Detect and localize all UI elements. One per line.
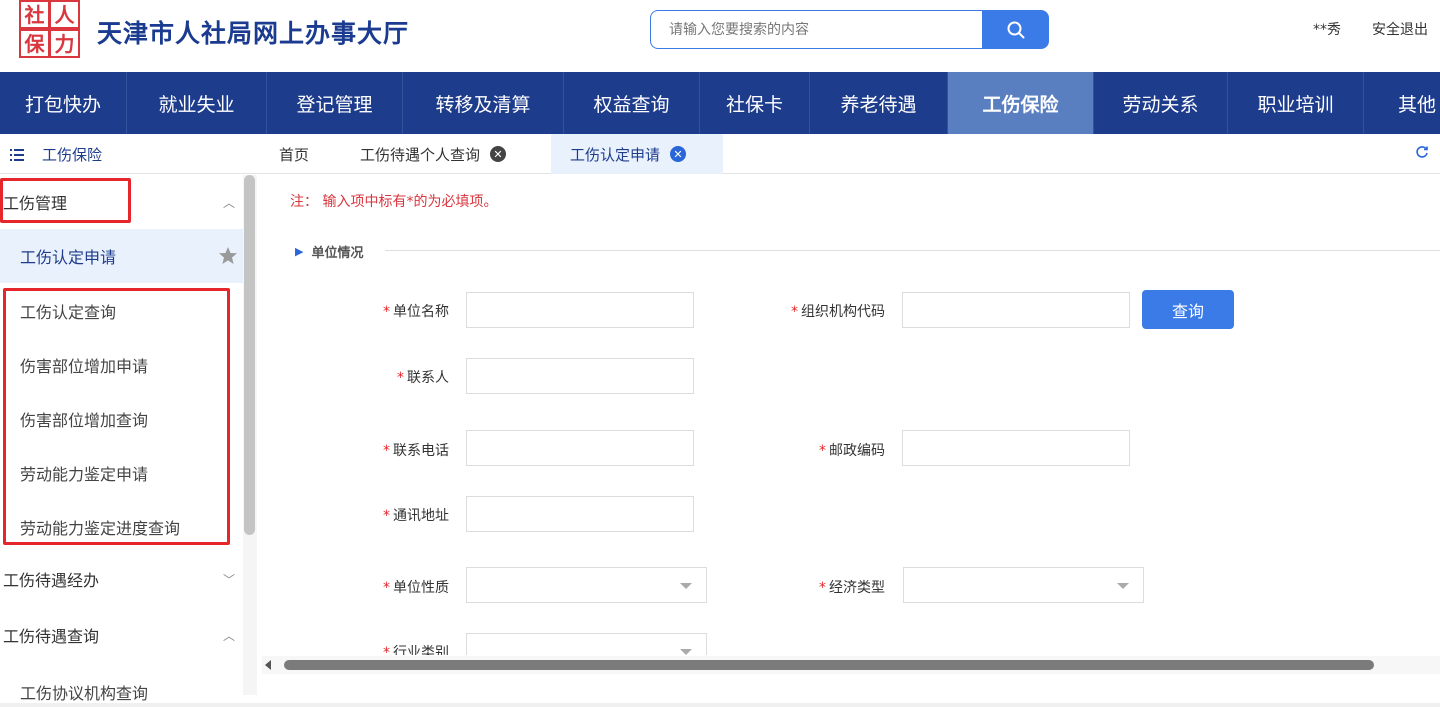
sidebar-item-label: 劳动能力鉴定申请 (20, 465, 149, 484)
nav-item-package[interactable]: 打包快办 (0, 72, 127, 134)
unit-nature-select[interactable] (466, 567, 707, 603)
close-icon[interactable]: ✕ (670, 146, 687, 162)
horizontal-scrollbar-thumb[interactable] (284, 660, 1374, 670)
phone-label: * 联系电话 (383, 443, 449, 459)
sidebar-item-label: 工伤管理 (3, 194, 68, 213)
sidebar-group-benefit-handling[interactable]: 工伤待遇经办 ﹀ (0, 552, 243, 606)
sidebar-title: 工伤保险 (10, 144, 102, 165)
caret-down-icon (680, 649, 692, 655)
nav-item-registration[interactable]: 登记管理 (267, 72, 403, 134)
close-icon[interactable]: ✕ (490, 146, 507, 162)
horizontal-scrollbar[interactable] (262, 656, 1440, 674)
refresh-icon[interactable] (1415, 145, 1429, 159)
main-nav: 打包快办 就业失业 登记管理 转移及清算 权益查询 社保卡 养老待遇 工伤保险 … (0, 72, 1440, 134)
tab-label: 工伤待遇个人查询 (360, 145, 481, 164)
svg-text:人: 人 (55, 3, 76, 27)
econ-type-label: * 经济类型 (819, 580, 885, 596)
unit-nature-label: * 单位性质 (383, 580, 449, 596)
section-title: 单位情况 (311, 246, 364, 261)
sidebar-group-benefit-query[interactable]: 工伤待遇查询 ︿ (0, 608, 243, 662)
contact-label: * 联系人 (397, 370, 449, 386)
nav-item-employment[interactable]: 就业失业 (127, 72, 267, 134)
tab-injury-application[interactable]: 工伤认定申请 ✕ (551, 134, 723, 174)
tab-bar: 工伤保险 首页 工伤待遇个人查询 ✕ 工伤认定申请 ✕ (0, 134, 1440, 174)
sidebar-item-agreement-org-query[interactable]: 工伤协议机构查询 (0, 665, 243, 707)
sidebar-item-label: 劳动能力鉴定进度查询 (20, 519, 181, 538)
sidebar-item-label: 工伤认定申请 (20, 248, 117, 267)
sidebar-item-injury-query[interactable]: 工伤认定查询 (0, 284, 243, 338)
caret-down-icon (680, 583, 692, 589)
tab-home[interactable]: 首页 (279, 134, 309, 174)
search-bar (650, 10, 1049, 49)
sidebar-item-label: 工伤待遇查询 (3, 627, 100, 646)
chevron-up-icon: ︿ (222, 628, 235, 643)
sidebar-scrollbar[interactable] (243, 175, 257, 695)
query-button[interactable]: 查询 (1142, 290, 1234, 329)
nav-item-pension[interactable]: 养老待遇 (810, 72, 948, 134)
search-input[interactable] (650, 10, 984, 49)
sidebar-item-label: 工伤待遇经办 (3, 571, 100, 590)
address-input[interactable] (466, 496, 694, 532)
phone-input[interactable] (466, 430, 694, 466)
menu-icon (10, 148, 24, 161)
search-icon (1007, 21, 1024, 38)
nav-item-social-card[interactable]: 社保卡 (700, 72, 810, 134)
org-code-label: * 组织机构代码 (791, 304, 885, 320)
address-label: * 通讯地址 (383, 508, 449, 524)
sidebar-item-label: 伤害部位增加查询 (20, 411, 149, 430)
nav-item-injury-insurance[interactable]: 工伤保险 (948, 72, 1094, 134)
sidebar-item-label: 工伤认定查询 (20, 303, 117, 322)
sidebar-item-label: 伤害部位增加申请 (20, 357, 149, 376)
industry-select[interactable] (466, 633, 707, 655)
chevron-down-icon: ﹀ (222, 572, 235, 587)
section-divider (385, 250, 1440, 251)
nav-item-other[interactable]: 其他 (1364, 72, 1440, 134)
sidebar-item-capacity-progress[interactable]: 劳动能力鉴定进度查询 (0, 500, 243, 554)
sidebar-item-body-part-application[interactable]: 伤害部位增加申请 (0, 338, 243, 392)
sidebar-item-body-part-query[interactable]: 伤害部位增加查询 (0, 392, 243, 446)
sidebar-item-capacity-application[interactable]: 劳动能力鉴定申请 (0, 446, 243, 500)
star-icon[interactable] (218, 246, 238, 265)
user-name: **秀 (1313, 22, 1341, 38)
tab-injury-benefit-query[interactable]: 工伤待遇个人查询 ✕ (360, 134, 507, 174)
postcode-label: * 邮政编码 (819, 443, 885, 459)
contact-input[interactable] (466, 358, 694, 394)
svg-text:保: 保 (24, 32, 46, 56)
section-header: ▶ 单位情况 (295, 242, 363, 261)
tab-label: 首页 (279, 145, 310, 164)
form-area: 注： 输入项中标有*的为必填项。 ▶ 单位情况 * 单位名称 * 组织机构代码 查询… (262, 175, 1440, 655)
site-title: 天津市人社局网上办事大厅 (97, 19, 410, 48)
logo-icon: 社 人 保 力 (19, 0, 80, 58)
nav-item-transfer[interactable]: 转移及清算 (403, 72, 564, 134)
unit-name-label: * 单位名称 (383, 304, 449, 320)
sidebar-item-injury-application[interactable]: 工伤认定申请 (0, 229, 243, 283)
sidebar-item-label: 工伤协议机构查询 (20, 684, 149, 703)
search-button[interactable] (982, 10, 1049, 49)
sidebar-scrollbar-thumb[interactable] (244, 175, 255, 535)
org-code-input[interactable] (902, 292, 1130, 328)
nav-item-training[interactable]: 职业培训 (1228, 72, 1364, 134)
svg-text:社: 社 (24, 3, 45, 27)
tab-label: 工伤认定申请 (570, 145, 661, 164)
svg-text:力: 力 (55, 32, 75, 56)
scroll-left-icon[interactable] (265, 660, 271, 670)
nav-item-rights-query[interactable]: 权益查询 (564, 72, 700, 134)
sidebar-title-label: 工伤保险 (42, 146, 103, 164)
sidebar: 工伤管理 ︿ 工伤认定申请 工伤认定查询 伤害部位增加申请 伤害部位增加查询 劳… (0, 175, 257, 707)
industry-label: * 行业类别 (383, 645, 449, 655)
logout-link[interactable]: 安全退出 (1372, 19, 1428, 39)
postcode-input[interactable] (902, 430, 1130, 466)
econ-type-select[interactable] (903, 567, 1144, 603)
required-note: 注： 输入项中标有*的为必填项。 (290, 194, 498, 210)
header: 社 人 保 力 天津市人社局网上办事大厅 **秀 安全退出 (0, 0, 1440, 72)
chevron-up-icon: ︿ (222, 195, 235, 210)
nav-item-labor-relations[interactable]: 劳动关系 (1094, 72, 1228, 134)
sidebar-group-injury-management[interactable]: 工伤管理 ︿ (0, 175, 243, 229)
triangle-right-icon: ▶ (295, 245, 304, 258)
caret-down-icon (1117, 583, 1129, 589)
unit-name-input[interactable] (466, 292, 694, 328)
bottom-border (0, 703, 1440, 707)
